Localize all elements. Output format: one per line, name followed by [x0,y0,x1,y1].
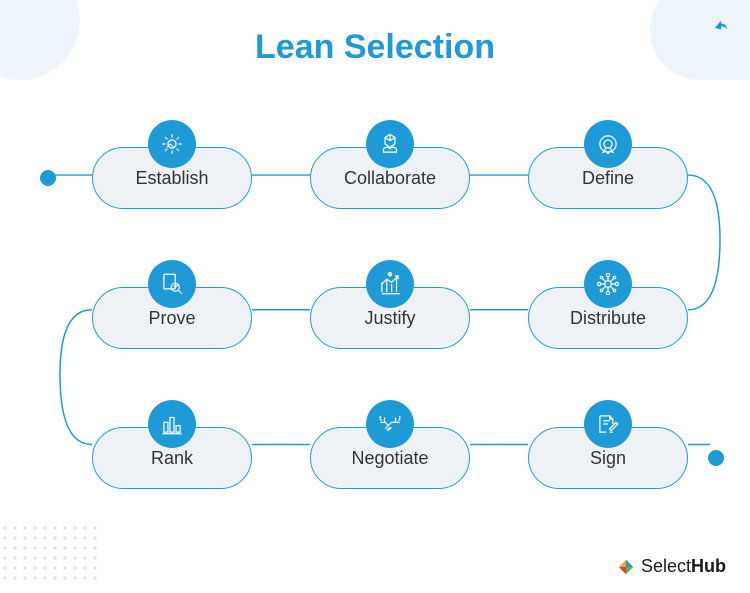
logo-mark-icon [617,558,635,576]
step-label: Define [582,168,634,189]
step-label: Justify [364,308,415,329]
end-dot [708,450,724,466]
step-label: Sign [590,448,626,469]
hands-icon [366,120,414,168]
brand-name: SelectHub [641,556,726,577]
step-prove: Prove [92,287,252,349]
network-icon [584,260,632,308]
step-establish: Establish [92,147,252,209]
search-doc-icon [148,260,196,308]
gear-icon [148,120,196,168]
step-label: Prove [148,308,195,329]
step-label: Distribute [570,308,646,329]
bars-icon [148,400,196,448]
chart-up-icon [366,260,414,308]
brand-logo: SelectHub [617,556,726,577]
step-label: Collaborate [344,168,436,189]
target-icon [584,120,632,168]
step-sign: Sign [528,427,688,489]
step-collaborate: Collaborate [310,147,470,209]
page-title: Lean Selection [0,28,750,67]
handshake-icon [366,400,414,448]
doc-pen-icon [584,400,632,448]
step-justify: Justify [310,287,470,349]
step-define: Define [528,147,688,209]
start-dot [40,170,56,186]
step-label: Establish [135,168,208,189]
step-label: Negotiate [351,448,428,469]
step-rank: Rank [92,427,252,489]
step-distribute: Distribute [528,287,688,349]
flow-diagram: Establish Collaborate Define [0,100,750,533]
step-label: Rank [151,448,193,469]
step-negotiate: Negotiate [310,427,470,489]
